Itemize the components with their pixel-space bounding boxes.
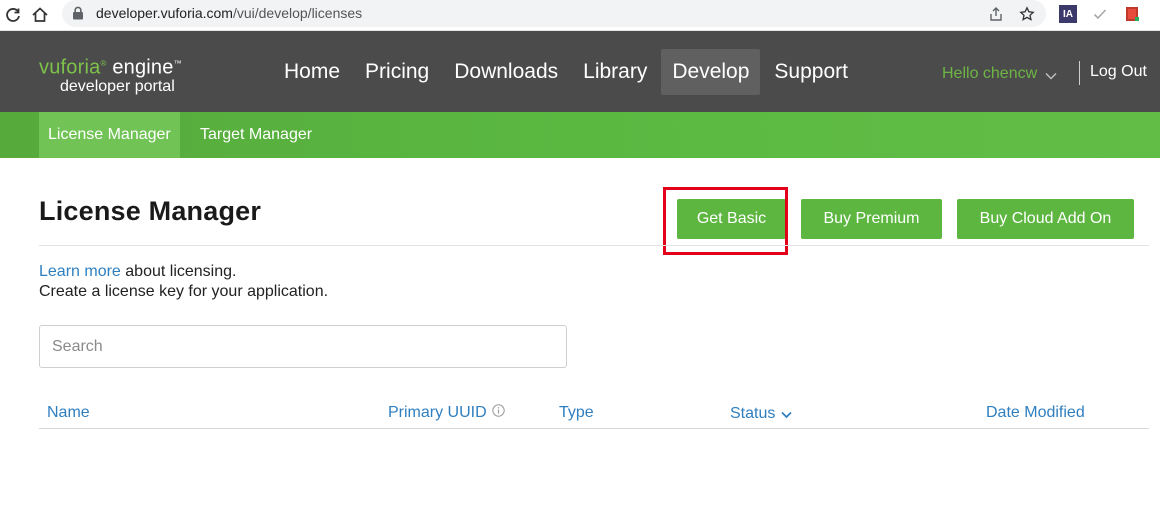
column-name[interactable]: Name <box>47 404 90 422</box>
bookmark-star-icon[interactable] <box>1017 4 1037 24</box>
nav-home[interactable]: Home <box>273 49 351 95</box>
column-type[interactable]: Type <box>559 404 594 422</box>
nav-develop[interactable]: Develop <box>661 49 761 95</box>
title-divider <box>39 245 1149 246</box>
learn-more-link[interactable]: Learn more <box>39 263 121 280</box>
logo-brand: vuforia <box>39 56 101 79</box>
lock-icon <box>72 6 84 25</box>
intro-line2: Create a license key for your applicatio… <box>39 283 329 300</box>
chevron-down-icon <box>1045 67 1057 85</box>
main-nav: Home Pricing Downloads Library Develop S… <box>273 49 862 95</box>
logout-link[interactable]: Log Out <box>1090 63 1147 81</box>
sub-nav: License Manager Target Manager <box>0 112 1160 158</box>
extension-ia-icon[interactable]: IA <box>1059 5 1077 23</box>
address-bar[interactable]: developer.vuforia.com/vui/develop/licens… <box>62 0 1046 27</box>
logo-subtitle: developer portal <box>60 77 175 95</box>
info-icon[interactable] <box>491 404 505 422</box>
url-host: developer.vuforia.com <box>96 5 233 21</box>
vuforia-logo[interactable]: vuforia® engine™ developer portal <box>39 54 182 96</box>
subnav-target-manager[interactable]: Target Manager <box>191 112 321 158</box>
logo-product: engine <box>112 56 174 79</box>
column-primary-uuid[interactable]: Primary UUID <box>388 404 505 422</box>
column-primary-uuid-label: Primary UUID <box>388 404 487 421</box>
search-input[interactable] <box>39 325 567 368</box>
column-date-modified-label: Date Modified <box>986 404 1085 421</box>
subnav-license-manager[interactable]: License Manager <box>39 112 180 158</box>
column-name-label: Name <box>47 404 90 421</box>
reload-icon[interactable] <box>2 4 24 26</box>
column-type-label: Type <box>559 404 594 421</box>
share-icon[interactable] <box>986 4 1006 24</box>
column-status[interactable]: Status <box>730 404 792 424</box>
browser-toolbar: developer.vuforia.com/vui/develop/licens… <box>0 0 1160 31</box>
home-icon[interactable] <box>29 4 51 26</box>
buy-cloud-add-on-button[interactable]: Buy Cloud Add On <box>957 199 1134 239</box>
extension-red-icon[interactable] <box>1123 5 1141 23</box>
extension-label: IA <box>1063 8 1073 20</box>
intro-text: Learn more about licensing. Create a lic… <box>39 262 328 302</box>
column-status-label: Status <box>730 405 776 422</box>
header-divider <box>1079 61 1080 85</box>
column-date-modified[interactable]: Date Modified <box>986 404 1085 422</box>
nav-downloads[interactable]: Downloads <box>443 49 569 95</box>
user-greeting: Hello chencw <box>942 65 1038 82</box>
intro-rest: about licensing. <box>120 263 237 280</box>
sort-chevron-down-icon[interactable] <box>781 406 792 424</box>
site-header: vuforia® engine™ developer portal Home P… <box>0 31 1160 112</box>
logo-tm: ™ <box>173 59 182 68</box>
license-table-header: Name Primary UUID Type Status Date Modif… <box>39 397 1149 429</box>
extension-check-icon[interactable] <box>1091 5 1109 23</box>
nav-pricing[interactable]: Pricing <box>354 49 440 95</box>
user-menu[interactable]: Hello chencw <box>942 63 1057 85</box>
url-text: developer.vuforia.com/vui/develop/licens… <box>96 5 362 21</box>
nav-library[interactable]: Library <box>572 49 658 95</box>
buy-premium-button[interactable]: Buy Premium <box>801 199 942 239</box>
nav-support[interactable]: Support <box>763 49 859 95</box>
url-path: /vui/develop/licenses <box>232 5 363 21</box>
page-title: License Manager <box>39 196 262 226</box>
